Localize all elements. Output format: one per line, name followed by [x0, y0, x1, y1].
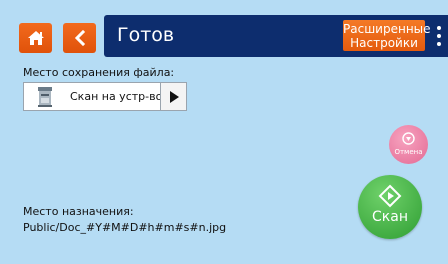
destination-label: Место назначения: — [23, 205, 134, 218]
header: Готов Расширенные Настройки — [0, 0, 448, 60]
more-vertical-icon-dot — [437, 42, 441, 46]
advanced-settings-button[interactable]: Расширенные Настройки — [343, 20, 431, 51]
scan-label: Скан — [372, 209, 408, 225]
more-menu-button[interactable] — [433, 23, 445, 49]
play-right-icon — [169, 90, 179, 103]
back-button[interactable] — [63, 23, 96, 53]
more-vertical-icon — [437, 26, 441, 30]
scanner-device-icon — [38, 87, 52, 107]
save-location-label: Место сохранения файла: — [23, 66, 175, 79]
stop-icon — [402, 132, 415, 145]
cancel-label: Отмена — [394, 148, 423, 156]
destination-path: Public/Doc_#Y#M#D#h#m#s#n.jpg — [23, 221, 227, 234]
scan-button[interactable]: Скан — [358, 175, 422, 239]
more-vertical-icon-dot — [437, 34, 441, 38]
title-bar: Готов Расширенные Настройки — [104, 15, 448, 57]
advanced-settings-label-line1: Расширенные — [343, 21, 431, 36]
home-icon — [27, 31, 44, 45]
diamond-start-icon — [378, 184, 402, 208]
scan-screen: Готов Расширенные Настройки Место сохран… — [0, 0, 448, 264]
home-button[interactable] — [19, 23, 52, 53]
save-location-value: Скан на устр-во — [70, 90, 163, 103]
page-title: Готов — [117, 24, 175, 46]
save-location-arrow-button[interactable] — [160, 83, 186, 110]
advanced-settings-label-line2: Настройки — [350, 35, 418, 50]
cancel-button[interactable]: Отмена — [389, 125, 428, 164]
save-location-selector[interactable]: Скан на устр-во — [23, 82, 187, 111]
chevron-left-icon — [74, 30, 85, 46]
